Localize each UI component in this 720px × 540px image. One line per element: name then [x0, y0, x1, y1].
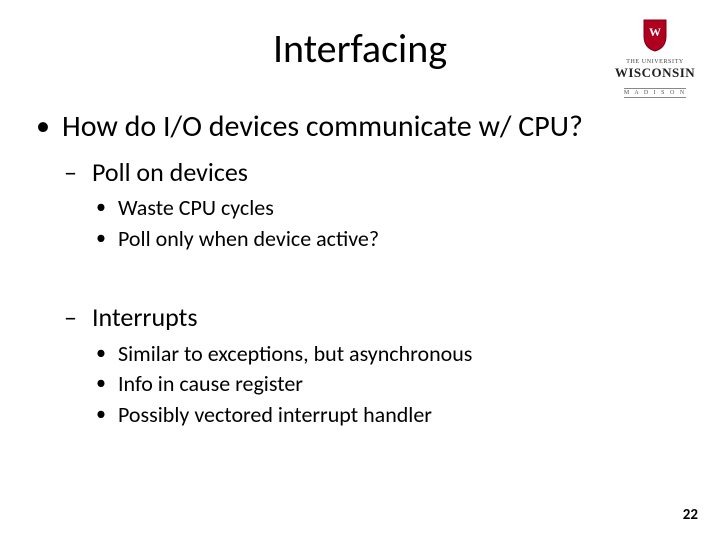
bullet-poll-sub: Poll only when device active? — [92, 225, 688, 254]
bullet-text: How do I/O devices communicate w/ CPU? — [62, 108, 583, 145]
bullet-intr-sub: Info in cause register — [92, 370, 688, 399]
logo-sub: M A D I S O N — [624, 88, 686, 98]
bullet-interrupts: Interrupts Similar to exceptions, but as… — [62, 301, 688, 429]
logo-main: WISCONSIN — [612, 66, 698, 79]
crest-icon: W — [642, 18, 668, 52]
slide: Interfacing W THE UNIVERSITY WISCONSIN M… — [0, 0, 720, 540]
bullet-text: Poll on devices — [92, 156, 248, 188]
bullet-text: Interrupts — [92, 301, 198, 333]
bullet-poll-sub: Waste CPU cycles — [92, 194, 688, 223]
page-number: 22 — [683, 506, 698, 524]
bullet-poll: Poll on devices Waste CPU cycles Poll on… — [62, 156, 688, 254]
bullet-intr-sub: Possibly vectored interrupt handler — [92, 401, 688, 430]
svg-text:W: W — [649, 25, 661, 39]
bullet-intr-sub: Similar to exceptions, but asynchronous — [92, 340, 688, 369]
bullet-question: How do I/O devices communicate w/ CPU? P… — [32, 108, 688, 429]
slide-body: How do I/O devices communicate w/ CPU? P… — [32, 108, 688, 439]
university-logo: W THE UNIVERSITY WISCONSIN M A D I S O N — [612, 18, 698, 99]
